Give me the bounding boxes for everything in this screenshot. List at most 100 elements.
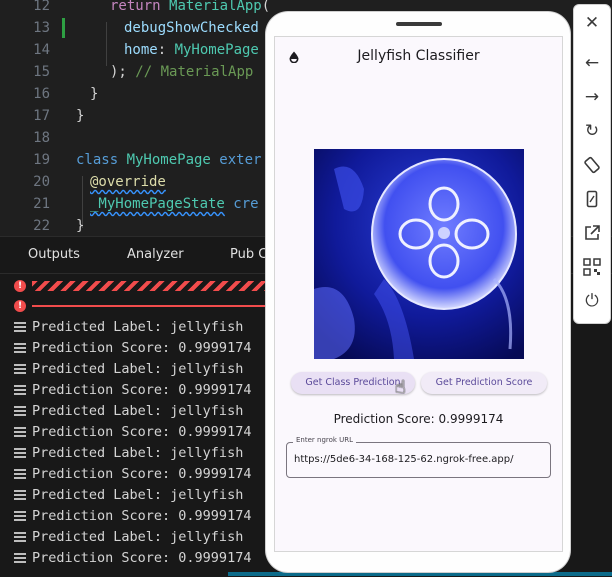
line-number: 21 (33, 196, 50, 212)
code-token: cre (224, 196, 259, 212)
code-text: } (76, 105, 84, 127)
get-prediction-score-button[interactable]: Get Prediction Score (421, 372, 547, 394)
list-icon (14, 469, 26, 479)
app-screen: Jellyfish Classifier Get Class Predictio… (274, 36, 563, 552)
code-token: debugShowChecked (124, 20, 259, 36)
device-icon[interactable] (580, 187, 604, 211)
rotate-icon[interactable]: ↻ (580, 119, 604, 143)
device-notch (396, 22, 442, 26)
code-text: } (76, 215, 84, 237)
list-icon (14, 448, 26, 458)
list-icon (14, 406, 26, 416)
code-token: _MyHomePageState (90, 196, 225, 212)
line-number: 19 (33, 152, 50, 168)
output-log-line: Predicted Label: jellyfish (14, 485, 243, 506)
list-icon (14, 427, 26, 437)
list-icon (14, 511, 26, 521)
error-icon: ! (14, 300, 26, 312)
list-icon (14, 553, 26, 563)
list-icon (14, 343, 26, 353)
log-text: Prediction Score: 0.9999174 (32, 424, 252, 440)
emulator-toolbar: ✕ ← → ↻ ⏻ (573, 4, 611, 324)
log-text: Predicted Label: jellyfish (32, 529, 244, 545)
output-log-line: Predicted Label: jellyfish (14, 527, 243, 548)
power-icon[interactable]: ⏻ (580, 289, 604, 313)
log-text: Predicted Label: jellyfish (32, 403, 244, 419)
jellyfish-illustration (314, 149, 524, 359)
output-log-line: Prediction Score: 0.9999174 (14, 338, 251, 359)
list-icon (14, 322, 26, 332)
code-text: class MyHomePage exter (76, 149, 261, 171)
line-number: 15 (33, 64, 50, 80)
code-token: } (90, 86, 99, 102)
line-number: 16 (33, 86, 50, 102)
app-title: Jellyfish Classifier (357, 48, 480, 64)
forward-icon[interactable]: → (580, 85, 604, 109)
line-number: 17 (33, 108, 50, 124)
line-number: 12 (33, 0, 50, 14)
log-text: Prediction Score: 0.9999174 (32, 508, 252, 524)
code-text: } (90, 83, 98, 105)
code-text: debugShowChecked (124, 17, 259, 39)
code-text: _MyHomePageState cre (90, 193, 259, 215)
list-icon (14, 532, 26, 542)
prediction-score-text: Prediction Score: 0.9999174 (333, 412, 504, 426)
error-underline (32, 305, 286, 307)
code-text: home: MyHomePage (124, 39, 259, 61)
emulator-device: Jellyfish Classifier Get Class Predictio… (266, 12, 570, 572)
tab-pub[interactable]: Pub C (230, 247, 267, 262)
log-text: Prediction Score: 0.9999174 (32, 550, 252, 566)
code-token: MyHomePage (126, 152, 211, 168)
code-token: : (157, 42, 175, 58)
code-token: home (124, 42, 158, 58)
output-log-line: Predicted Label: jellyfish (14, 359, 243, 380)
output-log-line: Prediction Score: 0.9999174 (14, 506, 251, 527)
code-token: MyHomePage (174, 42, 259, 58)
jellyfish-image (314, 149, 524, 359)
code-token: return (110, 0, 170, 14)
tab-analyzer[interactable]: Analyzer (127, 247, 184, 262)
list-icon (14, 385, 26, 395)
log-text: Prediction Score: 0.9999174 (32, 382, 252, 398)
output-log-line: Prediction Score: 0.9999174 (14, 422, 251, 443)
code-token: exter (210, 152, 262, 168)
code-text: return MaterialApp( (110, 0, 270, 17)
rotate-device-icon[interactable] (580, 153, 604, 177)
log-text: Predicted Label: jellyfish (32, 445, 244, 461)
log-text: Predicted Label: jellyfish (32, 319, 244, 335)
app-bar: Jellyfish Classifier (275, 37, 562, 77)
list-icon (14, 490, 26, 500)
output-log-line: Predicted Label: jellyfish (14, 401, 243, 422)
back-icon[interactable]: ← (580, 51, 604, 75)
output-log-line: Prediction Score: 0.9999174 (14, 548, 251, 569)
log-text: Predicted Label: jellyfish (32, 361, 244, 377)
error-marks (32, 281, 286, 291)
open-external-icon[interactable] (580, 221, 604, 245)
code-token: } (76, 218, 85, 234)
line-number: 13 (33, 20, 50, 36)
line-number: 22 (33, 218, 50, 234)
output-log-line: Predicted Label: jellyfish (14, 317, 243, 338)
error-icon: ! (14, 280, 26, 292)
code-token: // MaterialApp (135, 64, 254, 80)
line-number: 20 (33, 174, 50, 190)
qr-code-icon[interactable] (580, 255, 604, 279)
error-row: ! (14, 280, 294, 296)
tab-outputs[interactable]: Outputs (28, 247, 80, 262)
line-number: 18 (33, 130, 50, 146)
log-text: Predicted Label: jellyfish (32, 487, 244, 503)
output-log-line: Predicted Label: jellyfish (14, 443, 243, 464)
code-token: MaterialApp (169, 0, 262, 14)
code-text: @override (90, 171, 166, 193)
code-token: class (76, 152, 127, 168)
hand-cursor-icon: ☝ (395, 377, 406, 398)
error-row: ! (14, 300, 294, 316)
ngrok-url-input[interactable] (294, 451, 539, 467)
log-text: Prediction Score: 0.9999174 (32, 340, 252, 356)
code-token: @override (90, 174, 166, 190)
code-token: ( (261, 0, 271, 14)
ngrok-url-field[interactable]: Enter ngrok URL (286, 436, 551, 478)
close-icon[interactable]: ✕ (580, 11, 604, 35)
list-icon (14, 364, 26, 374)
code-token: ); (110, 64, 136, 80)
